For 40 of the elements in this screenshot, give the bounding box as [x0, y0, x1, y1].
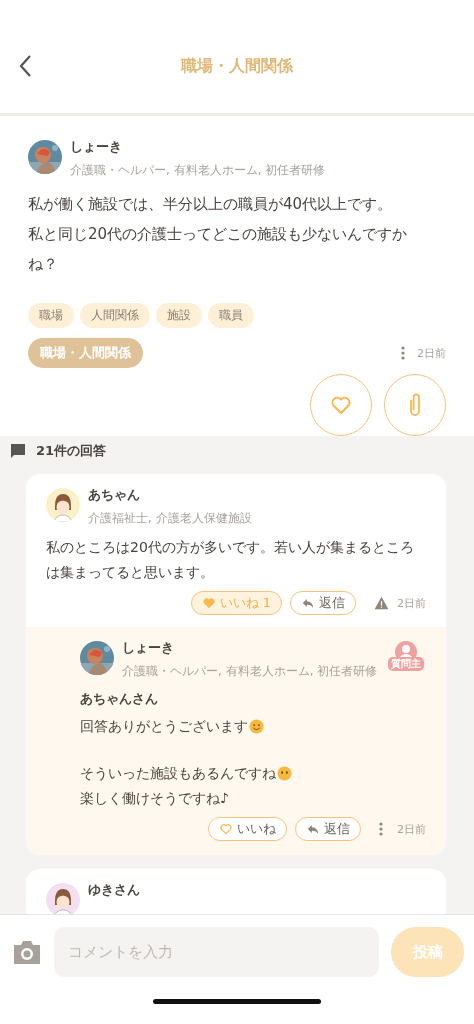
- post-text: 私が働く施設では、半分以上の職員が40代以上です。: [28, 194, 394, 215]
- reply-text: 楽しく働けそうですね♪: [80, 789, 229, 808]
- post-time: 2日前: [397, 595, 426, 611]
- reply-text: そういった施設もあるんですね: [80, 764, 276, 783]
- comment-field[interactable]: コメントを入力: [54, 927, 379, 977]
- reply-arrow-icon: [306, 822, 320, 836]
- tag[interactable]: 職員: [208, 303, 254, 328]
- heart-icon: [201, 596, 216, 610]
- smiley-icon: [249, 719, 264, 734]
- post-time: 2日前: [417, 345, 446, 361]
- tag[interactable]: 人間関係: [80, 303, 150, 328]
- author-name: しょーき: [122, 639, 175, 657]
- reply-button[interactable]: 返信: [290, 591, 356, 615]
- avatar-icon: [46, 488, 80, 522]
- camera-button[interactable]: [12, 938, 42, 966]
- author-name: あちゃん: [88, 486, 141, 504]
- answer-count: 21件の回答: [36, 442, 107, 460]
- face-icon: [277, 766, 292, 781]
- more-icon[interactable]: [401, 346, 405, 360]
- author-profile: 介護福祉士, 介護老人保健施設: [88, 510, 252, 527]
- author-profile: 介護職・ヘルパー, 有料老人ホーム, 初任者研修: [70, 162, 326, 179]
- author-name: しょーき: [70, 138, 123, 156]
- author-name: ゆきさん: [88, 881, 140, 899]
- like-button[interactable]: いいね: [208, 817, 287, 841]
- questioner-badge: 質問主: [388, 657, 424, 671]
- answer-text: 私のところは20代の方が多いです。若い人が集まるところは集まってると思います。: [46, 538, 415, 582]
- comment-icon: [10, 443, 26, 459]
- post-time: 2日前: [397, 821, 426, 837]
- page-title: 職場・人間関係: [179, 55, 294, 77]
- heart-icon: [219, 822, 233, 836]
- reply-button[interactable]: 返信: [295, 817, 361, 841]
- reply-arrow-icon: [301, 596, 315, 610]
- addressee: あちゃんさん: [80, 690, 159, 708]
- tag[interactable]: 施設: [156, 303, 202, 328]
- post-text: 私と同じ20代の介護士ってどこの施設も少ないんですかね？: [28, 224, 409, 275]
- warning-icon[interactable]: [374, 596, 389, 610]
- tag[interactable]: 職場: [28, 303, 74, 328]
- more-icon[interactable]: [379, 822, 383, 836]
- author-profile: 介護職・ヘルパー, 有料老人ホーム, 初任者研修: [122, 663, 378, 680]
- reply-text: 回答ありがとうございます: [80, 717, 248, 736]
